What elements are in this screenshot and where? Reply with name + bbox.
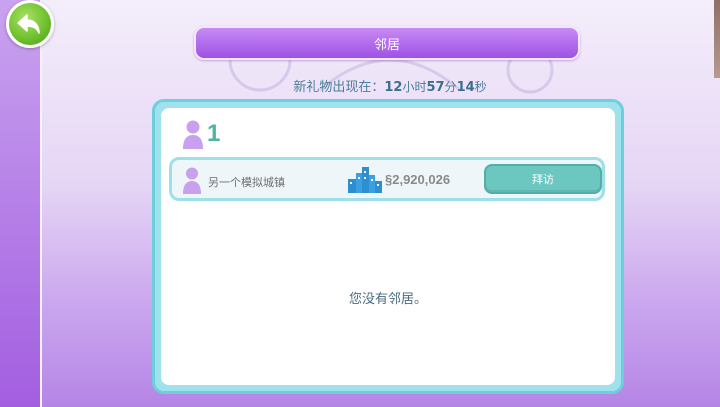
neighbor-town-name: 另一个模拟城镇	[208, 176, 285, 189]
gift-timer: 新礼物出现在：12小时57分14秒	[0, 76, 720, 95]
gift-timer-seconds-unit: 秒	[474, 80, 487, 94]
page-title: 邻居	[194, 26, 580, 60]
neighbor-row: 另一个模拟城镇 §2,920,026 拜访	[169, 157, 605, 201]
gift-timer-hours-unit: 小时	[402, 80, 427, 94]
person-icon	[183, 120, 203, 149]
gift-timer-minutes: 57	[426, 80, 445, 95]
gift-timer-hours: 12	[384, 80, 403, 95]
no-neighbors-message: 您没有邻居。	[348, 292, 427, 307]
neighbor-count: 1	[207, 120, 221, 147]
left-side-rail	[0, 0, 42, 407]
right-edge-strip	[714, 0, 720, 78]
city-buildings-icon	[348, 167, 382, 193]
person-icon	[183, 167, 201, 194]
neighbors-panel: 1 另一个模拟城镇 §2,920,026 拜访 您没有邻居。	[152, 99, 624, 394]
neighbor-money: §2,920,026	[385, 172, 451, 187]
neighbors-panel-inner: 1 另一个模拟城镇 §2,920,026 拜访 您没有邻居。	[161, 108, 615, 385]
back-arrow-icon	[17, 14, 40, 34]
back-button[interactable]	[6, 0, 54, 48]
gift-timer-seconds: 14	[456, 80, 475, 95]
gift-timer-prefix: 新礼物出现在：	[293, 80, 385, 95]
visit-button[interactable]: 拜访	[484, 164, 602, 194]
gift-timer-minutes-unit: 分	[444, 80, 457, 94]
